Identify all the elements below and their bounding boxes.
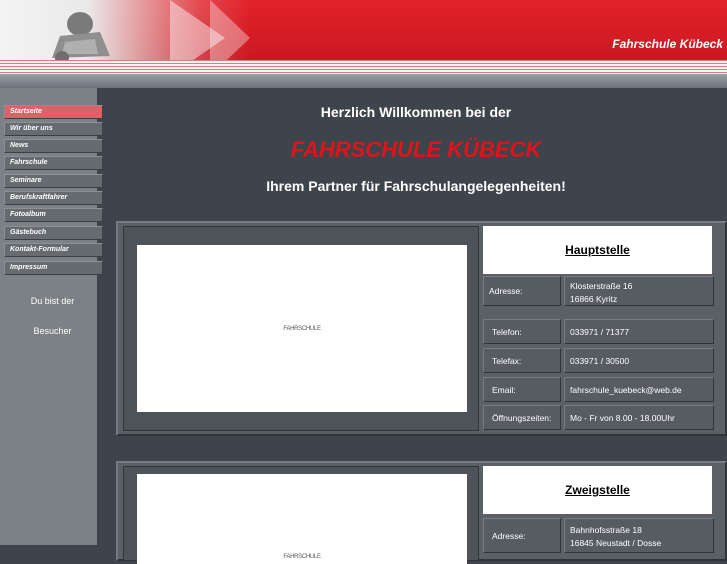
hours-label: Öffnungszeiten: — [492, 412, 552, 423]
nav-item-impressum[interactable]: Impressum — [4, 261, 103, 275]
email-label-cell: Email: — [483, 377, 561, 402]
email-value-cell: fahrschule_kuebeck@web.de — [564, 377, 714, 402]
branch-address-line1: Bahnhofsstraße 18 — [570, 525, 642, 535]
branch-photo: FAHRSCHULE — [137, 474, 467, 564]
hours-value-cell: Mo - Fr von 8.00 - 18.00Uhr — [564, 405, 714, 430]
branch-address-line2: 16845 Neustadt / Dosse — [570, 538, 662, 548]
fax-label-cell: Telefax: — [483, 348, 561, 373]
email-link[interactable]: fahrschule_kuebeck@web.de — [570, 385, 682, 395]
phone-value-cell: 033971 / 71377 — [564, 319, 714, 344]
branch-office-title: Zweigstelle — [483, 466, 712, 514]
fax-value-cell: 033971 / 30500 — [564, 348, 714, 373]
email-label: Email: — [492, 384, 516, 395]
photo-caption: FAHRSCHULE — [283, 554, 321, 560]
address-label-cell: Adresse: — [483, 276, 561, 306]
nav-item-fotoalbum[interactable]: Fotoalbum — [4, 208, 103, 222]
main-office-panel: FAHRSCHULE Hauptstelle Adresse: Klosters… — [116, 221, 727, 436]
phone-value: 033971 / 71377 — [570, 326, 630, 337]
hours-label-cell: Öffnungszeiten: — [483, 405, 561, 430]
branch-address-value-cell: Bahnhofsstraße 18 16845 Neustadt / Dosse — [564, 518, 714, 553]
photo-caption: FAHRSCHULE — [283, 325, 321, 332]
company-name: FAHRSCHULE KÜBECK — [290, 137, 542, 162]
nav-item-startseite[interactable]: Startseite — [4, 105, 103, 119]
branch-address-label-cell: Adresse: — [483, 518, 561, 553]
header-brand: Fahrschule Kübeck — [612, 37, 723, 51]
fax-value: 033971 / 30500 — [570, 355, 630, 366]
sidebar: Startseite Wir über uns News Fahrschule … — [0, 88, 103, 545]
address-line1: Klosterstraße 16 — [570, 281, 633, 291]
visitor-counter-suffix: Besucher — [33, 326, 72, 336]
nav-item-wir-ueber-uns[interactable]: Wir über uns — [4, 122, 103, 136]
phone-label: Telefon: — [492, 326, 522, 337]
visitor-counter-label: Du bist der — [30, 296, 75, 306]
nav-item-gaestebuch[interactable]: Gästebuch — [4, 226, 103, 240]
fax-label: Telefax: — [492, 355, 522, 366]
office-photo: FAHRSCHULE — [137, 245, 467, 412]
nav-item-news[interactable]: News — [4, 139, 103, 153]
tagline: Ihrem Partner für Fahrschulangelegenheit… — [266, 178, 566, 194]
welcome-heading: Herzlich Willkommen bei der — [320, 104, 512, 120]
nav-item-seminare[interactable]: Seminare — [4, 174, 103, 188]
main-office-title: Hauptstelle — [483, 226, 712, 274]
address-value-cell: Klosterstraße 16 16866 Kyritz — [564, 276, 714, 306]
address-label: Adresse: — [489, 286, 523, 296]
address-line2: 16866 Kyritz — [570, 294, 618, 304]
header-banner: Fahrschule Kübeck — [0, 0, 727, 88]
photo-frame: FAHRSCHULE — [123, 466, 479, 564]
phone-label-cell: Telefon: — [483, 319, 561, 344]
motorcycle-rider-image — [52, 12, 110, 65]
hours-value: Mo - Fr von 8.00 - 18.00Uhr — [570, 412, 675, 423]
nav-item-fahrschule[interactable]: Fahrschule — [4, 156, 103, 170]
branch-address-label: Adresse: — [492, 530, 526, 541]
header-grey-band — [0, 74, 727, 88]
photo-frame: FAHRSCHULE — [123, 226, 479, 431]
branch-office-panel: FAHRSCHULE Zweigstelle Adresse: Bahnhofs… — [116, 461, 727, 564]
nav-item-kontakt-formular[interactable]: Kontakt-Formular — [4, 243, 103, 257]
nav-item-berufskraftfahrer[interactable]: Berufskraftfahrer — [4, 191, 103, 205]
header-stripes — [0, 60, 727, 74]
